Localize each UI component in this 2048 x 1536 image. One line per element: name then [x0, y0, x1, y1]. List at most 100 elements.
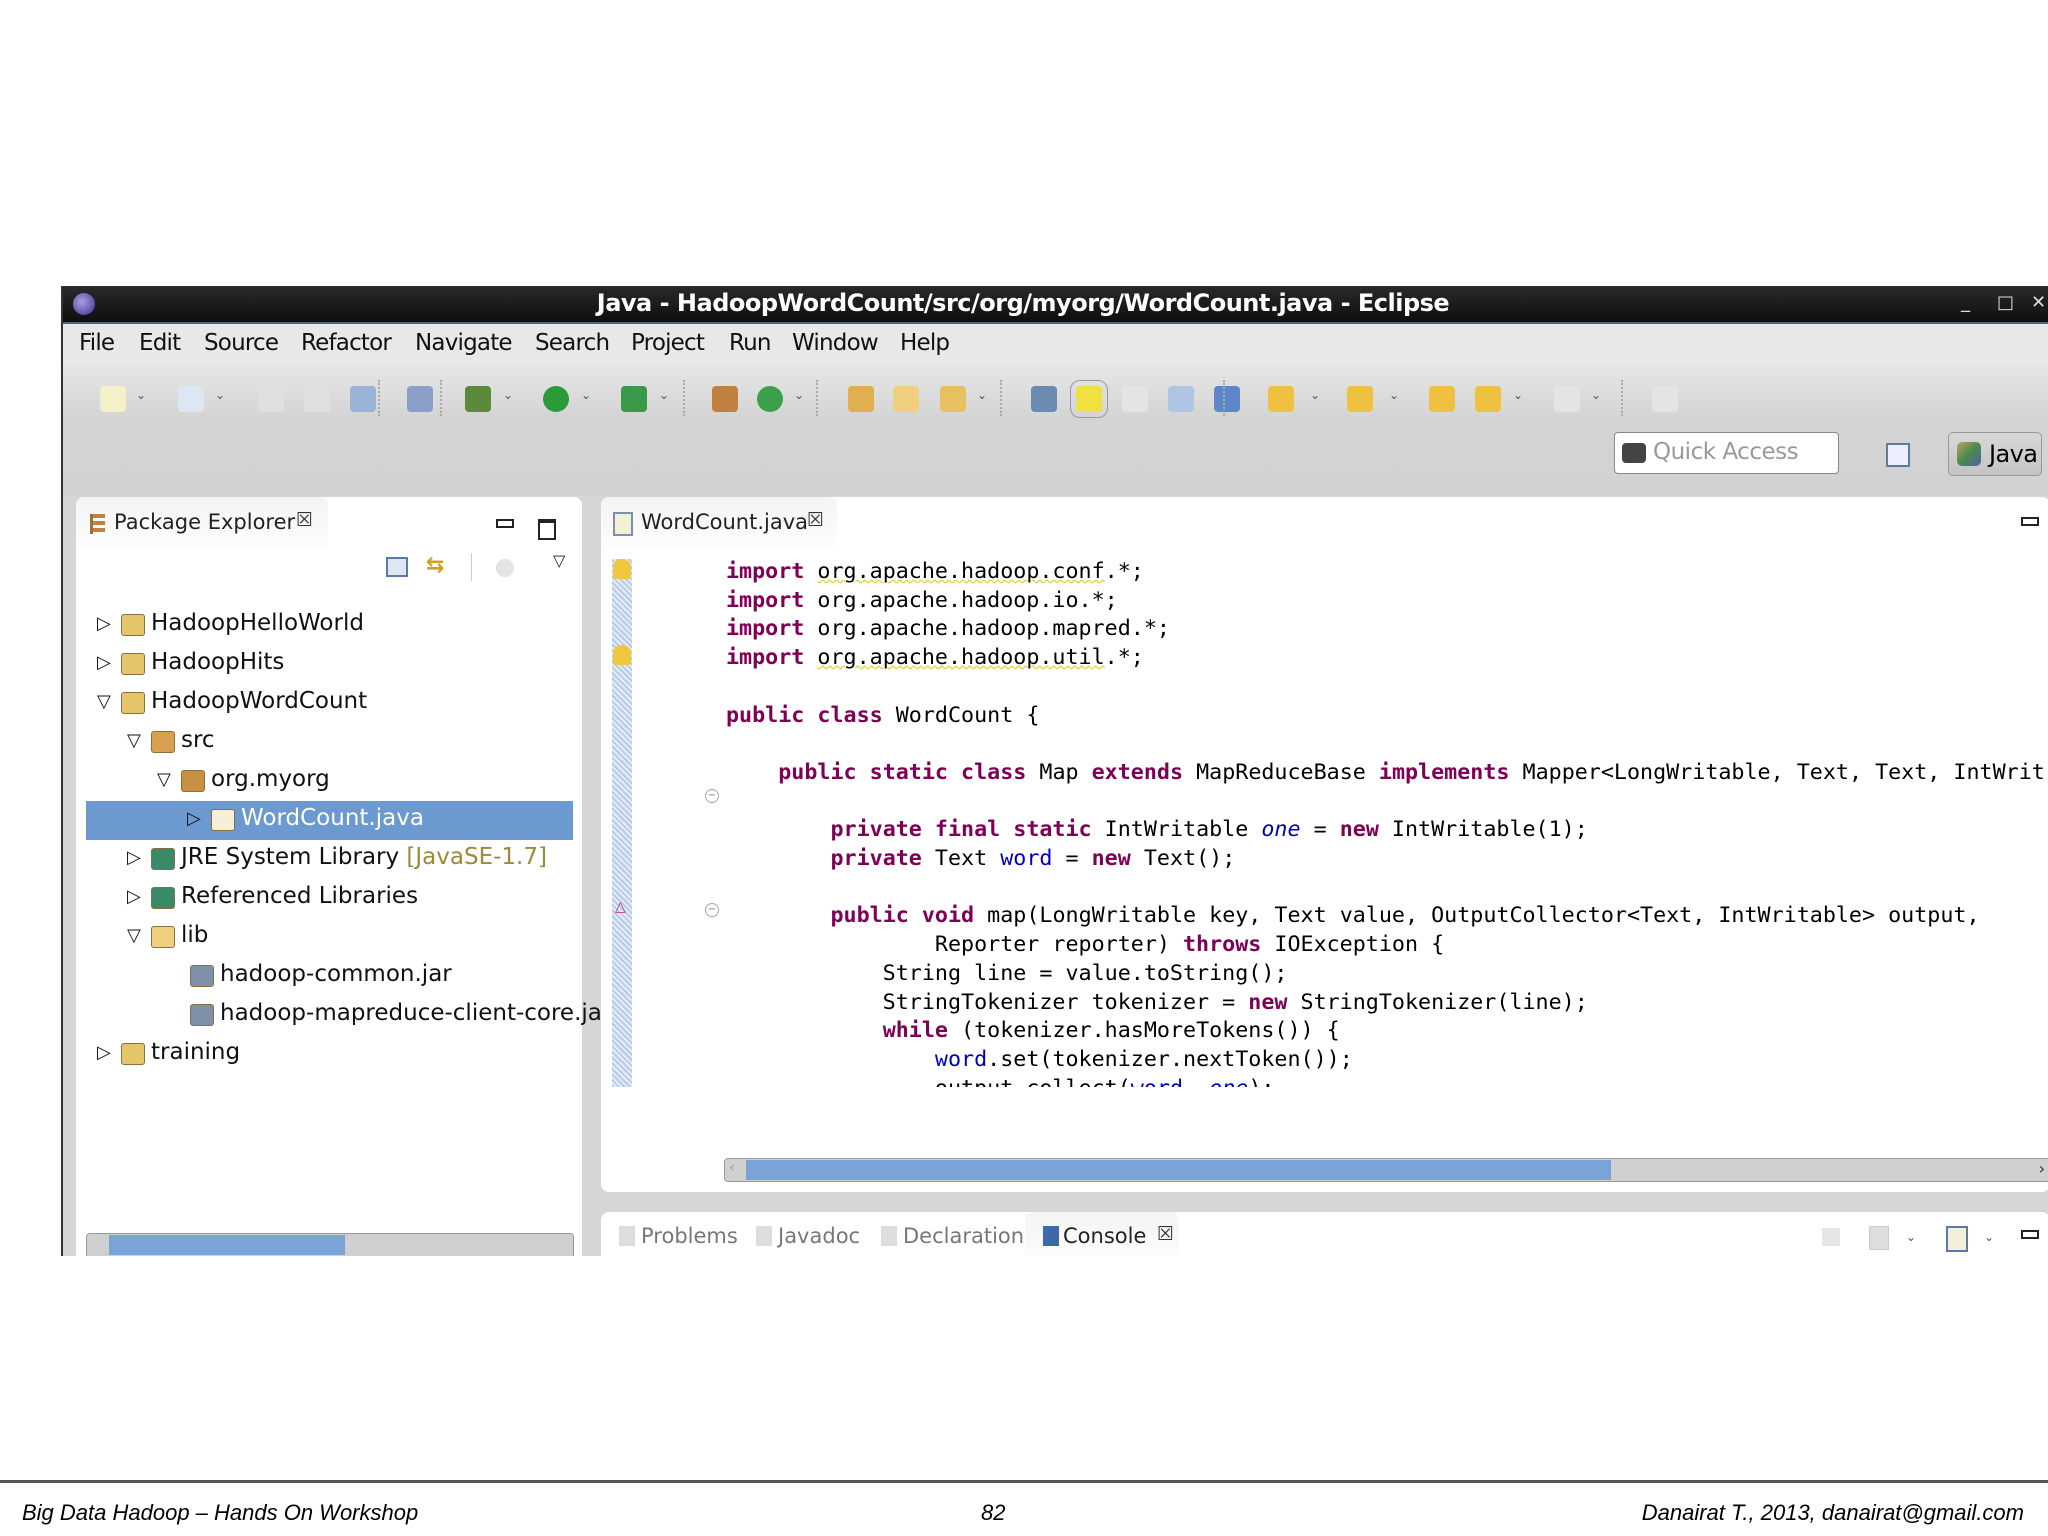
- new-package-icon[interactable]: [712, 386, 738, 412]
- collapsed-arrow-icon[interactable]: ▷: [97, 613, 111, 634]
- new-class-icon[interactable]: [757, 386, 783, 412]
- save-all-icon[interactable]: [304, 386, 330, 412]
- next-annotation-icon[interactable]: [1268, 386, 1294, 412]
- toggle-mark-occurrences-icon[interactable]: [1070, 380, 1108, 418]
- display-console-icon[interactable]: [1869, 1226, 1889, 1250]
- tree-item[interactable]: hadoop-common.jar: [76, 957, 582, 996]
- close-tab-icon[interactable]: ☒: [1157, 1223, 1174, 1245]
- show-whitespace-icon[interactable]: [1214, 386, 1240, 412]
- menu-search[interactable]: Search: [535, 330, 610, 356]
- run-dropdown[interactable]: ⌄: [581, 388, 591, 402]
- quick-access-input[interactable]: Quick Access: [1614, 432, 1839, 474]
- code-editor[interactable]: import org.apache.hadoop.conf.*; import o…: [726, 559, 2048, 1087]
- java-file-icon: [211, 809, 235, 831]
- expanded-arrow-icon[interactable]: ▽: [97, 691, 111, 712]
- expanded-arrow-icon[interactable]: ▽: [127, 925, 141, 946]
- horizontal-scrollbar[interactable]: ‹ ›: [724, 1158, 2048, 1182]
- menu-project[interactable]: Project: [631, 330, 705, 356]
- tree-item[interactable]: ▽ HadoopWordCount: [76, 684, 582, 723]
- collapsed-arrow-icon[interactable]: ▷: [127, 847, 141, 868]
- display-console-dropdown[interactable]: ⌄: [1906, 1230, 1916, 1244]
- back-icon[interactable]: [1475, 386, 1501, 412]
- open-type-icon[interactable]: [178, 386, 204, 412]
- tab-label: Console: [1063, 1224, 1147, 1248]
- previous-annotation-icon[interactable]: [1347, 386, 1373, 412]
- fold-collapse-icon[interactable]: −: [705, 789, 719, 803]
- debug-dropdown[interactable]: ⌄: [503, 388, 513, 402]
- next-annotation-dropdown[interactable]: ⌄: [1310, 388, 1320, 402]
- menu-edit[interactable]: Edit: [139, 330, 181, 356]
- warning-lightbulb-icon[interactable]: [613, 645, 631, 665]
- show-javadoc-icon[interactable]: [1168, 386, 1194, 412]
- toggle-block-selection-icon[interactable]: [1122, 386, 1148, 412]
- close-button[interactable]: ✕: [2031, 292, 2046, 313]
- tree-item[interactable]: ▷ training: [76, 1035, 582, 1074]
- tree-item[interactable]: ▷ JRE System Library [JavaSE-1.7]: [76, 840, 582, 879]
- code-token: private: [830, 846, 922, 871]
- expanded-arrow-icon[interactable]: ▽: [157, 769, 171, 790]
- debug-icon[interactable]: [465, 386, 491, 412]
- scroll-thumb[interactable]: [746, 1160, 1611, 1180]
- open-folder-icon[interactable]: [893, 386, 919, 412]
- horizontal-scrollbar[interactable]: [86, 1233, 574, 1256]
- minimize-panel-button[interactable]: [2021, 1230, 2039, 1239]
- last-edit-location-icon[interactable]: [1429, 386, 1455, 412]
- tree-item[interactable]: ▽ org.myorg: [76, 762, 582, 801]
- tree-item[interactable]: ▽ lib: [76, 918, 582, 957]
- tree-item[interactable]: ▽ src: [76, 723, 582, 762]
- open-perspective-icon[interactable]: [1886, 443, 1910, 467]
- scroll-right-icon[interactable]: ›: [2039, 1159, 2045, 1178]
- previous-annotation-dropdown[interactable]: ⌄: [1389, 388, 1399, 402]
- search-dropdown[interactable]: ⌄: [977, 388, 987, 402]
- pin-editor-icon[interactable]: [1652, 386, 1678, 412]
- save-icon[interactable]: [258, 386, 284, 412]
- scroll-thumb[interactable]: [109, 1235, 345, 1255]
- open-type-dropdown[interactable]: ⌄: [215, 388, 225, 402]
- new-class-dropdown[interactable]: ⌄: [794, 388, 804, 402]
- pin-console-icon[interactable]: [1822, 1228, 1840, 1246]
- open-console-dropdown[interactable]: ⌄: [1984, 1230, 1994, 1244]
- menu-refactor[interactable]: Refactor: [301, 330, 392, 356]
- open-task-icon[interactable]: [1031, 386, 1057, 412]
- menu-window[interactable]: Window: [792, 330, 879, 356]
- maximize-button[interactable]: □: [1997, 292, 2014, 313]
- forward-icon[interactable]: [1554, 386, 1580, 412]
- menu-help[interactable]: Help: [900, 330, 950, 356]
- menu-source[interactable]: Source: [204, 330, 279, 356]
- fold-collapse-icon[interactable]: −: [705, 903, 719, 917]
- tab-wordcount-java[interactable]: WordCount.java ☒: [601, 497, 837, 549]
- external-tools-icon[interactable]: [621, 386, 647, 412]
- collapsed-arrow-icon[interactable]: ▷: [97, 652, 111, 673]
- menu-navigate[interactable]: Navigate: [415, 330, 513, 356]
- tree-item[interactable]: ▷ WordCount.java: [86, 801, 573, 840]
- print-icon[interactable]: [350, 386, 376, 412]
- warning-lightbulb-icon[interactable]: [613, 559, 631, 579]
- minimize-editor-button[interactable]: [2021, 517, 2039, 526]
- tree-item[interactable]: ▷ HadoopHits: [76, 645, 582, 684]
- new-icon[interactable]: [100, 386, 126, 412]
- minimize-button[interactable]: _: [1961, 292, 1970, 313]
- collapsed-arrow-icon[interactable]: ▷: [187, 808, 201, 829]
- run-icon[interactable]: [543, 386, 569, 412]
- menu-file[interactable]: File: [79, 330, 115, 356]
- back-dropdown[interactable]: ⌄: [1513, 388, 1523, 402]
- open-project-icon[interactable]: [848, 386, 874, 412]
- external-tools-dropdown[interactable]: ⌄: [659, 388, 669, 402]
- close-tab-icon[interactable]: ☒: [807, 509, 824, 531]
- code-token: Mapper<LongWritable, Text, Text, IntWrit: [1509, 759, 2045, 785]
- menu-run[interactable]: Run: [729, 330, 771, 356]
- collapsed-arrow-icon[interactable]: ▷: [127, 886, 141, 907]
- search-icon[interactable]: [940, 386, 966, 412]
- scroll-left-icon[interactable]: ‹: [729, 1160, 735, 1176]
- tree-item[interactable]: ▷ Referenced Libraries: [76, 879, 582, 918]
- expanded-arrow-icon[interactable]: ▽: [127, 730, 141, 751]
- tree-item[interactable]: ▷ HadoopHelloWorld: [76, 606, 582, 645]
- skip-breakpoints-icon[interactable]: [407, 386, 433, 412]
- java-perspective-button[interactable]: Java: [1948, 432, 2042, 476]
- open-console-icon[interactable]: [1946, 1226, 1968, 1252]
- new-dropdown[interactable]: ⌄: [136, 388, 146, 402]
- forward-dropdown[interactable]: ⌄: [1591, 388, 1601, 402]
- tree-item[interactable]: hadoop-mapreduce-client-core.jar: [76, 996, 611, 1035]
- collapsed-arrow-icon[interactable]: ▷: [97, 1042, 111, 1063]
